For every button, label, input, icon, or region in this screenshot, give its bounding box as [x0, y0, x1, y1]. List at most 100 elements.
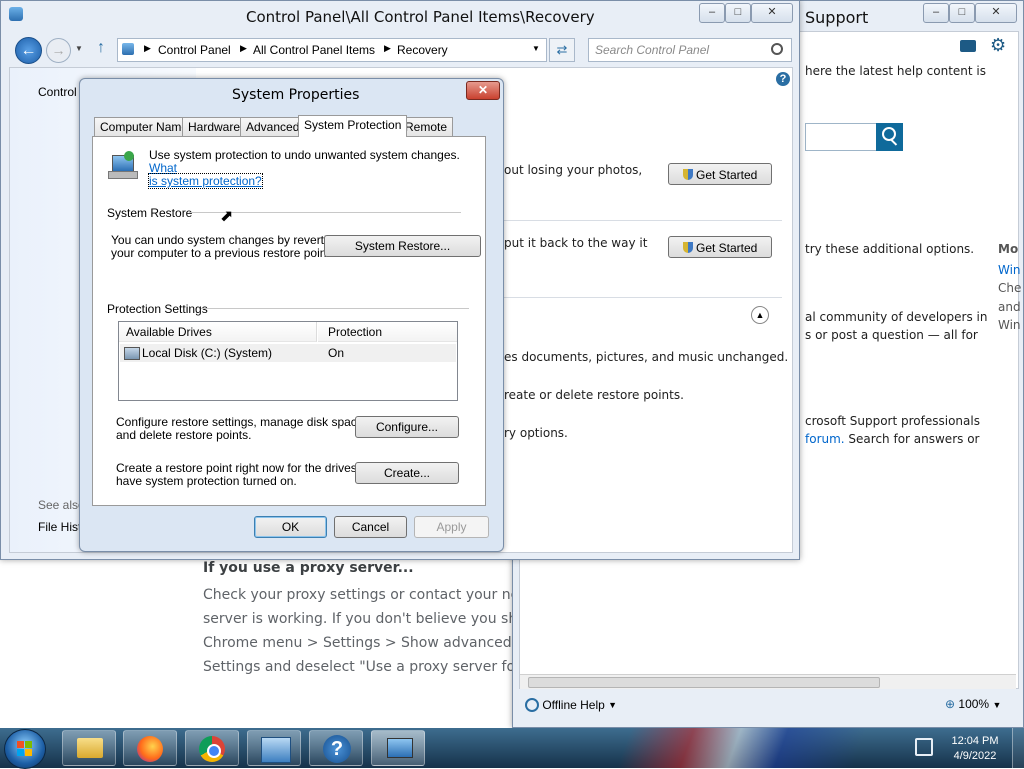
- help-icon[interactable]: ?: [776, 72, 790, 86]
- support-text-2-rest: Search for answers or: [844, 432, 980, 446]
- get-started-label: Get Started: [695, 167, 758, 182]
- zoom-icon: ⊕: [945, 697, 956, 711]
- clock-time: 12:04 PM: [951, 735, 999, 747]
- folder-icon: [77, 738, 103, 758]
- divider: [504, 220, 782, 221]
- cp-close-button[interactable]: ✕: [751, 3, 793, 23]
- drive-name: Local Disk (C:) (System): [142, 346, 273, 360]
- back-button[interactable]: ←: [15, 37, 42, 64]
- collapse-chevron-up-icon[interactable]: ▲: [751, 306, 769, 324]
- start-button[interactable]: [4, 729, 46, 769]
- tab-computer-name[interactable]: Computer Name: [94, 117, 195, 136]
- system-protection-panel: Use system protection to undo unwanted s…: [92, 136, 486, 506]
- forum-link[interactable]: forum.: [805, 432, 845, 446]
- taskbar-chrome[interactable]: [185, 730, 239, 766]
- intro-description: Use system protection to undo unwanted s…: [149, 148, 460, 162]
- help-maximize-button[interactable]: □: [949, 3, 975, 23]
- proxy-heading: If you use a proxy server...: [203, 560, 414, 576]
- help-title: Support: [805, 8, 869, 27]
- more-link-1[interactable]: Win: [998, 263, 1021, 277]
- cp-left-item[interactable]: Control: [38, 85, 77, 99]
- table-row[interactable]: Local Disk (C:) (System) On: [120, 344, 456, 362]
- reset-get-started-button[interactable]: Get Started: [668, 236, 772, 258]
- help-close-button[interactable]: ✕: [975, 3, 1017, 23]
- breadcrumb-control-panel[interactable]: Control Panel: [158, 43, 231, 57]
- zoom-control[interactable]: ⊕ 100% ▼: [945, 697, 1001, 711]
- cancel-button[interactable]: Cancel: [334, 516, 407, 538]
- search-control-panel-input[interactable]: Search Control Panel: [588, 38, 792, 62]
- intro-text: Use system protection to undo unwanted s…: [148, 148, 479, 189]
- dialog-title: System Properties: [232, 87, 360, 103]
- drives-table[interactable]: Available Drives Protection Local Disk (…: [118, 321, 458, 401]
- ok-button[interactable]: OK: [254, 516, 327, 538]
- tab-system-protection[interactable]: System Protection: [298, 115, 408, 137]
- file-history-link[interactable]: File Hist: [38, 520, 81, 534]
- protection-settings-label: Protection Settings: [107, 302, 208, 316]
- forward-button[interactable]: →: [46, 38, 71, 63]
- scrollbar-thumb[interactable]: [528, 677, 880, 688]
- tab-hardware[interactable]: Hardware: [182, 117, 247, 136]
- search-icon-handle: [890, 139, 898, 146]
- proxy-line-2: server is working. If you don't believe …: [203, 611, 535, 627]
- see-also-label: See also: [38, 498, 85, 512]
- mouse-cursor: ⬈: [220, 208, 234, 225]
- breadcrumb-separator-icon: ▶: [144, 43, 151, 53]
- refresh-get-started-button[interactable]: Get Started: [668, 163, 772, 185]
- up-arrow-icon[interactable]: ↑: [97, 39, 105, 57]
- proxy-line-1: Check your proxy settings or contact you…: [203, 587, 537, 603]
- apply-button[interactable]: Apply: [414, 516, 489, 538]
- create-button[interactable]: Create...: [355, 462, 459, 484]
- address-bar[interactable]: ▶ Control Panel ▶ All Control Panel Item…: [117, 38, 547, 62]
- dialog-close-button[interactable]: ✕: [466, 81, 500, 100]
- breadcrumb-recovery[interactable]: Recovery: [397, 43, 448, 57]
- cp-minimize-button[interactable]: –: [699, 3, 725, 23]
- control-panel-icon: [261, 737, 291, 763]
- more-link-3[interactable]: and: [998, 300, 1021, 314]
- breadcrumb-all-items[interactable]: All Control Panel Items: [253, 43, 375, 57]
- what-is-link-2[interactable]: is system protection?: [148, 173, 263, 189]
- taskbar-firefox[interactable]: [123, 730, 177, 766]
- tab-advanced[interactable]: Advanced: [240, 117, 306, 136]
- print-icon[interactable]: [960, 40, 976, 52]
- search-icon: [771, 43, 783, 55]
- windows-logo-icon-q4: [25, 749, 32, 756]
- what-is-link-1[interactable]: What: [149, 161, 177, 175]
- system-restore-button[interactable]: System Restore...: [324, 235, 481, 257]
- more-heading: Mo: [998, 242, 1019, 256]
- show-desktop-button[interactable]: [1012, 728, 1024, 768]
- chrome-icon-center: [207, 744, 221, 758]
- taskbar-system-properties[interactable]: [371, 730, 425, 766]
- network-icon[interactable]: [915, 738, 933, 756]
- gear-icon[interactable]: ⚙: [990, 35, 1006, 56]
- horizontal-scrollbar[interactable]: [520, 674, 1016, 689]
- help-search-button[interactable]: [876, 123, 903, 151]
- more-link-2[interactable]: Che: [998, 281, 1021, 295]
- taskbar-control-panel[interactable]: [247, 730, 301, 766]
- create-desc-line-2: have system protection turned on.: [116, 474, 297, 488]
- configure-button[interactable]: Configure...: [355, 416, 459, 438]
- table-header-protection[interactable]: Protection: [318, 322, 457, 342]
- more-link-4[interactable]: Win: [998, 318, 1021, 332]
- recent-pages-chevron-icon[interactable]: ▼: [75, 44, 83, 53]
- address-dropdown-chevron-icon[interactable]: ▼: [532, 44, 540, 53]
- chevron-down-icon: ▼: [608, 699, 618, 710]
- offline-help-menu[interactable]: Offline Help ▼: [525, 697, 617, 712]
- table-header-drives[interactable]: Available Drives: [119, 322, 317, 342]
- taskbar-help[interactable]: ?: [309, 730, 363, 766]
- help-minimize-button[interactable]: –: [923, 3, 949, 23]
- zoom-chevron-icon: ▼: [992, 700, 1002, 710]
- support-text-2: forum. Search for answers or: [805, 432, 979, 446]
- control-panel-app-icon: [9, 7, 23, 21]
- system-protection-icon: [108, 151, 138, 179]
- divider: [504, 297, 782, 298]
- help-search-box[interactable]: [805, 123, 876, 151]
- clock[interactable]: 12:04 PM 4/9/2022: [945, 734, 1005, 764]
- options-text: try these additional options.: [805, 242, 975, 256]
- cp-maximize-button[interactable]: □: [725, 3, 751, 23]
- refresh-button[interactable]: ⇄: [549, 38, 575, 62]
- taskbar-file-explorer[interactable]: [62, 730, 116, 766]
- protection-settings-divider: [201, 308, 469, 309]
- taskbar-wallpaper-accent: [600, 728, 900, 768]
- disk-drive-icon: [124, 347, 140, 360]
- restore-description: You can undo system changes by reverting…: [111, 234, 340, 260]
